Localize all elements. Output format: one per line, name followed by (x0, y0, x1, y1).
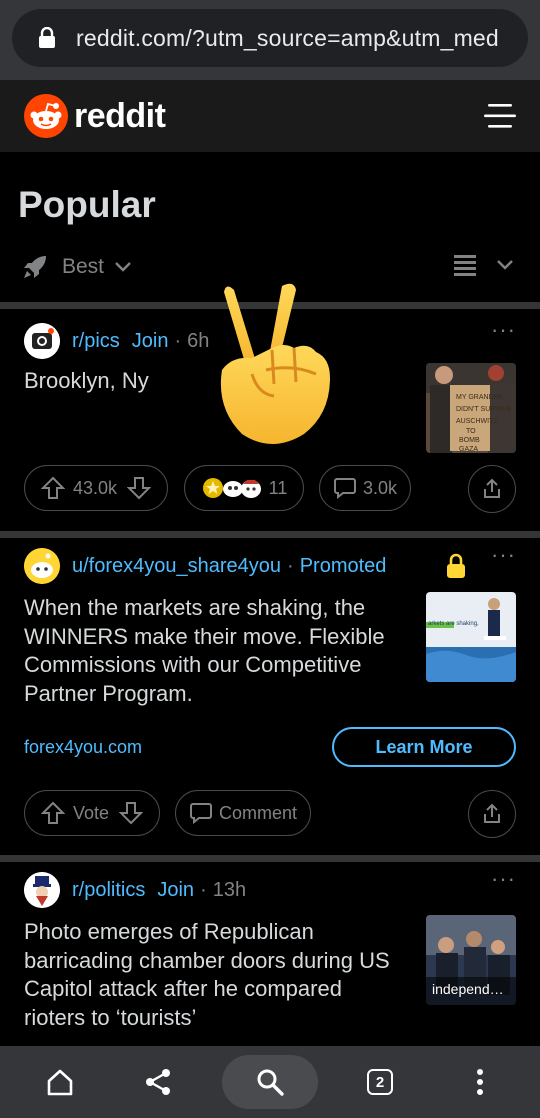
chevron-down-icon[interactable] (496, 259, 514, 271)
join-button[interactable]: Join (132, 330, 169, 353)
vote-group: 43.0k (24, 465, 168, 511)
victory-hand-emoji (220, 283, 330, 444)
post-meta: r/pics Join · 6h (24, 323, 209, 359)
comment-icon (333, 478, 356, 500)
rocket-icon[interactable] (22, 254, 48, 280)
tabs-button[interactable]: 2 (356, 1058, 404, 1106)
view-toggle[interactable] (454, 254, 514, 276)
join-button[interactable]: Join (157, 879, 194, 902)
share-button[interactable] (468, 790, 516, 838)
subreddit-avatar[interactable] (24, 323, 60, 359)
post-thumbnail[interactable]: MY GRANDPA DIDN'T SURVIVE AUSCHWITZ TO B… (426, 363, 516, 453)
share-button[interactable] (468, 465, 516, 513)
post-thumbnail[interactable]: independ… (426, 915, 516, 1005)
separator-dot: · (174, 329, 182, 352)
vote-group: Vote (24, 790, 160, 836)
share-icon (484, 803, 500, 823)
subreddit-avatar[interactable] (24, 872, 60, 908)
home-button[interactable] (36, 1058, 84, 1106)
separator-dot: · (287, 554, 294, 577)
share-icon (484, 478, 500, 498)
reddit-header: reddit (0, 80, 540, 152)
chevron-down-icon[interactable] (114, 261, 132, 273)
svg-text:AUSCHWITZ: AUSCHWITZ (456, 418, 498, 425)
ad-domain-link[interactable]: forex4you.com (24, 737, 142, 758)
comment-count: 3.0k (362, 477, 398, 498)
upvote-icon[interactable] (40, 801, 65, 825)
post-actions: Vote Comment (24, 790, 516, 838)
post-card[interactable]: r/politics Join · 13h ··· Photo emerges … (0, 862, 540, 1046)
svg-text:TO: TO (466, 428, 476, 435)
home-icon (47, 1069, 73, 1096)
learn-more-button[interactable]: Learn More (332, 727, 516, 767)
card-view-icon[interactable] (454, 254, 476, 276)
vote-label: Vote (72, 802, 110, 823)
share-button[interactable] (134, 1058, 182, 1106)
svg-text:BOMB: BOMB (459, 437, 480, 444)
subreddit-link[interactable]: r/pics (72, 330, 120, 353)
lock-icon (447, 553, 465, 578)
ad-thumbnail[interactable]: arkets are shaking, (426, 592, 516, 682)
post-title[interactable]: Photo emerges of Republican barricading … (24, 918, 404, 1032)
share-icon (146, 1069, 170, 1095)
post-actions: 43.0k 11 3.0k (24, 465, 516, 513)
comment-label: Comment (218, 802, 298, 823)
page-title: Popular (18, 184, 156, 225)
user-avatar[interactable] (24, 548, 60, 584)
hamburger-menu-icon[interactable] (484, 102, 516, 130)
tab-count: 2 (367, 1069, 393, 1095)
reddit-wordmark[interactable]: reddit (74, 97, 166, 136)
thumbnail-caption: independ… (432, 981, 504, 997)
upvote-icon[interactable] (40, 476, 65, 500)
downvote-icon[interactable] (127, 476, 152, 500)
address-bar[interactable]: reddit.com/?utm_source=amp&utm_med (12, 9, 528, 67)
author-link[interactable]: u/forex4you_share4you (72, 555, 281, 578)
post-title[interactable]: When the markets are shaking, the WINNER… (24, 594, 404, 708)
reddit-logo-icon[interactable] (24, 94, 68, 138)
promoted-label: Promoted (299, 554, 387, 577)
downvote-icon[interactable] (119, 801, 144, 825)
separator-dot: · (200, 878, 207, 901)
post-meta: u/forex4you_share4you · Promoted (24, 548, 386, 584)
post-title[interactable]: Brooklyn, Ny (24, 367, 149, 396)
award-icons (202, 478, 261, 498)
svg-text:DIDN'T SURVIVE: DIDN'T SURVIVE (456, 406, 511, 413)
awards-button[interactable]: 11 (184, 465, 304, 511)
comments-button[interactable]: 3.0k (319, 465, 411, 511)
svg-text:MY GRANDPA: MY GRANDPA (456, 394, 503, 401)
more-vertical-icon (477, 1069, 483, 1095)
more-options-icon[interactable]: ··· (491, 544, 516, 566)
browser-toolbar: reddit.com/?utm_source=amp&utm_med (0, 0, 540, 80)
post-age: 13h (212, 878, 247, 901)
comment-icon (189, 803, 212, 825)
browser-bottom-bar: 2 (0, 1046, 540, 1118)
lock-icon (39, 27, 55, 48)
divider (0, 855, 540, 862)
awards-count: 11 (268, 477, 288, 498)
ad-thumbnail-text: arkets are shaking, (428, 621, 479, 627)
upvote-count: 43.0k (72, 477, 118, 498)
sort-label[interactable]: Best (62, 255, 104, 279)
more-options-icon[interactable]: ··· (491, 868, 516, 890)
search-icon (257, 1069, 284, 1096)
post-age: 6h (187, 329, 210, 352)
url-text: reddit.com/?utm_source=amp&utm_med (76, 24, 499, 51)
divider (0, 531, 540, 538)
search-button[interactable] (222, 1055, 318, 1109)
more-options-icon[interactable]: ··· (491, 319, 516, 341)
overflow-menu-button[interactable] (456, 1058, 504, 1106)
svg-text:GAZA: GAZA (459, 446, 478, 453)
comment-button[interactable]: Comment (175, 790, 311, 836)
promoted-post-card[interactable]: u/forex4you_share4you · Promoted ··· Whe… (0, 538, 540, 856)
post-meta: r/politics Join · 13h (24, 872, 246, 908)
subreddit-link[interactable]: r/politics (72, 879, 145, 902)
